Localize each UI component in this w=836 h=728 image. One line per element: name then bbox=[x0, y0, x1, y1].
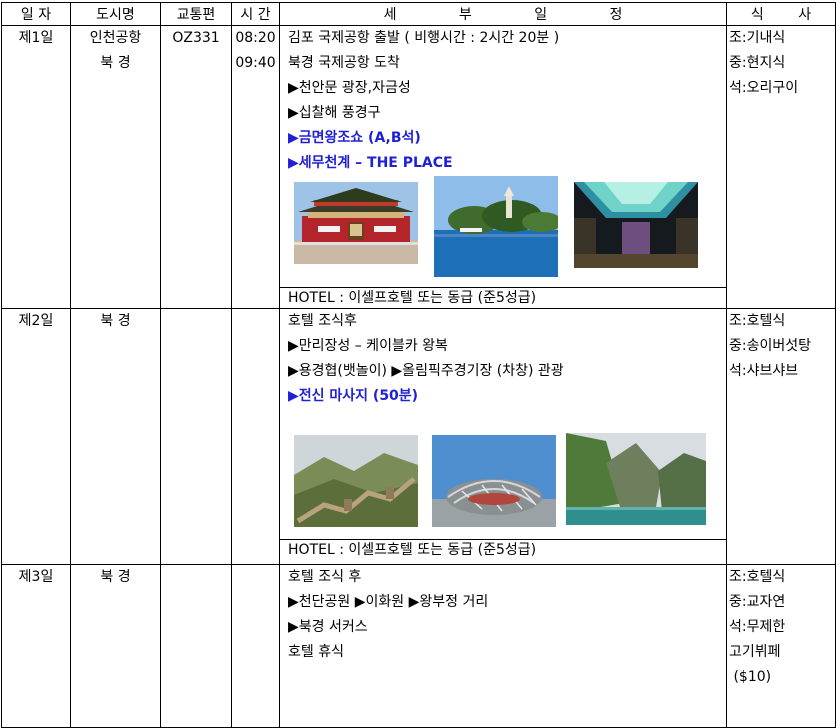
city-cell: 인천공항 북 경 bbox=[70, 25, 161, 309]
day-cell: 제3일 bbox=[1, 564, 71, 728]
meal-cell: 조:호텔식 중:송이버섯탕 석:샤브샤브 bbox=[726, 308, 836, 565]
transport-cell bbox=[160, 308, 232, 565]
meal-item: 고기뷔페 bbox=[729, 644, 781, 660]
lake-photo bbox=[434, 176, 558, 277]
schedule-line: ▶십찰해 풍경구 bbox=[288, 105, 381, 121]
city-name: 인천공항 bbox=[89, 30, 142, 46]
schedule-line: 호텔 휴식 bbox=[288, 644, 344, 660]
itinerary-table: 일 자 도시명 교통편 시 간 세 부 일 정 식 사 제1일 인천공항 북 경… bbox=[1, 2, 836, 728]
day-label: 제3일 bbox=[18, 569, 54, 585]
schedule-line: ▶만리장성 – 케이블카 왕복 bbox=[288, 338, 448, 354]
schedule-line: 호텔 조식후 bbox=[288, 313, 357, 329]
schedule-cell: 호텔 조식 후 ▶천단공원 ▶이화원 ▶왕부정 거리 ▶북경 서커스 호텔 휴식 bbox=[279, 564, 727, 728]
hotel-line: HOTEL : 이셀프호텔 또는 동급 (준5성급) bbox=[280, 287, 726, 308]
header-time: 시 간 bbox=[231, 2, 280, 26]
city-name: 북 경 bbox=[100, 313, 131, 329]
day-label: 제1일 bbox=[18, 30, 54, 46]
meal-item: 석:샤브샤브 bbox=[729, 363, 799, 379]
header-detail: 세 부 일 정 bbox=[279, 2, 727, 26]
day-row: 제2일 북 경 호텔 조식후 ▶만리장성 – 케이블카 왕복 ▶용경협(뱃놀이)… bbox=[1, 308, 836, 565]
day-row: 제1일 인천공항 북 경 OZ331 08:20 09:40 김포 국제공항 출… bbox=[1, 25, 836, 309]
header-day: 일 자 bbox=[1, 2, 71, 26]
time-value: 08:20 bbox=[235, 30, 276, 46]
great-wall-photo bbox=[294, 435, 418, 527]
photo-strip bbox=[280, 409, 726, 539]
city-cell: 북 경 bbox=[70, 564, 161, 728]
the-place-photo bbox=[574, 182, 698, 268]
schedule-line-highlight: ▶금면왕조쇼 (A,B석) bbox=[288, 130, 421, 146]
tiananmen-gate-photo bbox=[294, 182, 418, 264]
day-label: 제2일 bbox=[18, 313, 54, 329]
city-name: 북 경 bbox=[100, 55, 131, 71]
meal-cell: 조:호텔식 중:교자연 석:무제한 고기뷔페 ($10) bbox=[726, 564, 836, 728]
schedule-line-highlight: ▶전신 마사지 (50분) bbox=[288, 388, 419, 404]
day-row: 제3일 북 경 호텔 조식 후 ▶천단공원 ▶이화원 ▶왕부정 거리 ▶북경 서… bbox=[1, 564, 836, 728]
meal-item: 석:오리구이 bbox=[729, 80, 799, 96]
meal-item: ($10) bbox=[729, 669, 772, 685]
time-value: 09:40 bbox=[235, 55, 276, 71]
gorge-photo bbox=[566, 433, 706, 525]
meal-item: 조:호텔식 bbox=[729, 569, 786, 585]
header-row: 일 자 도시명 교통편 시 간 세 부 일 정 식 사 bbox=[1, 2, 836, 26]
photo-strip bbox=[280, 176, 726, 287]
flight-number: OZ331 bbox=[172, 30, 220, 46]
schedule-line: 김포 국제공항 출발 ( 비행시간 : 2시간 20분 ) bbox=[288, 30, 560, 46]
header-meal: 식 사 bbox=[726, 2, 836, 26]
header-transport: 교통편 bbox=[160, 2, 232, 26]
meal-item: 석:무제한 bbox=[729, 619, 786, 635]
day-cell: 제1일 bbox=[1, 25, 71, 309]
meal-item: 중:교자연 bbox=[729, 594, 786, 610]
schedule-line: ▶용경협(뱃놀이) ▶올림픽주경기장 (차창) 관광 bbox=[288, 363, 564, 379]
schedule-line-highlight: ▶세무천계 – THE PLACE bbox=[288, 155, 453, 171]
schedule-line: ▶천단공원 ▶이화원 ▶왕부정 거리 bbox=[288, 594, 489, 610]
meal-item: 조:기내식 bbox=[729, 30, 786, 46]
meal-item: 중:송이버섯탕 bbox=[729, 338, 811, 354]
time-cell: 08:20 09:40 bbox=[231, 25, 280, 309]
schedule-line: 북경 국제공항 도착 bbox=[288, 55, 400, 71]
hotel-line: HOTEL : 이셀프호텔 또는 동급 (준5성급) bbox=[280, 539, 726, 560]
meal-item: 조:호텔식 bbox=[729, 313, 786, 329]
meal-cell: 조:기내식 중:현지식 석:오리구이 bbox=[726, 25, 836, 309]
time-cell bbox=[231, 564, 280, 728]
schedule-cell: 호텔 조식후 ▶만리장성 – 케이블카 왕복 ▶용경협(뱃놀이) ▶올림픽주경기… bbox=[279, 308, 727, 565]
schedule-line: ▶천안문 광장,자금성 bbox=[288, 80, 411, 96]
day-cell: 제2일 bbox=[1, 308, 71, 565]
city-name: 북 경 bbox=[100, 569, 131, 585]
city-cell: 북 경 bbox=[70, 308, 161, 565]
time-cell bbox=[231, 308, 280, 565]
meal-item: 중:현지식 bbox=[729, 55, 786, 71]
schedule-line: ▶북경 서커스 bbox=[288, 619, 368, 635]
header-city: 도시명 bbox=[70, 2, 161, 26]
transport-cell: OZ331 bbox=[160, 25, 232, 309]
transport-cell bbox=[160, 564, 232, 728]
schedule-cell: 김포 국제공항 출발 ( 비행시간 : 2시간 20분 ) 북경 국제공항 도착… bbox=[279, 25, 727, 309]
schedule-line: 호텔 조식 후 bbox=[288, 569, 362, 585]
birds-nest-photo bbox=[432, 435, 556, 527]
